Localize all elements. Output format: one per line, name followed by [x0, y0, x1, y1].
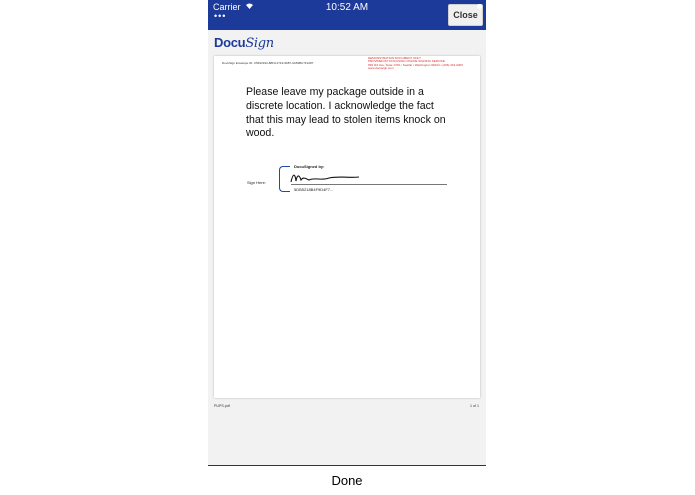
docusign-logo: DocuSign	[214, 35, 274, 51]
signature-scribble[interactable]	[289, 169, 369, 185]
document-viewer: Carrier ••• 10:52 AM Close DocuSign Docu…	[208, 0, 486, 465]
signature-id: 5DB5218B4F9D4F7...	[294, 187, 334, 192]
bottom-toolbar: Done	[208, 465, 486, 495]
clock: 10:52 AM	[325, 2, 369, 13]
page-count: 1 of 1	[470, 404, 479, 408]
status-bar: Carrier ••• 10:52 AM Close	[208, 0, 486, 30]
signature-line	[291, 184, 447, 185]
done-button[interactable]: Done	[208, 473, 486, 488]
demo-notice-line: www.docusign.com	[368, 66, 394, 71]
sign-here-label: Sign Here:	[247, 180, 266, 185]
file-name: PUPS.pdf	[214, 404, 230, 408]
logo-docu: Docu	[214, 35, 246, 50]
battery-icon	[477, 4, 482, 9]
demo-notice: DEMONSTRATION DOCUMENT ONLY PROVIDED BY …	[368, 56, 480, 71]
logo-sign: Sign	[245, 36, 274, 51]
document-body: Please leave my package outside in a dis…	[246, 86, 446, 140]
document-page: DocuSign Envelope ID: C5493194-88F0-47F2…	[214, 56, 480, 398]
envelope-id: DocuSign Envelope ID: C5493194-88F0-47F2…	[222, 61, 314, 65]
